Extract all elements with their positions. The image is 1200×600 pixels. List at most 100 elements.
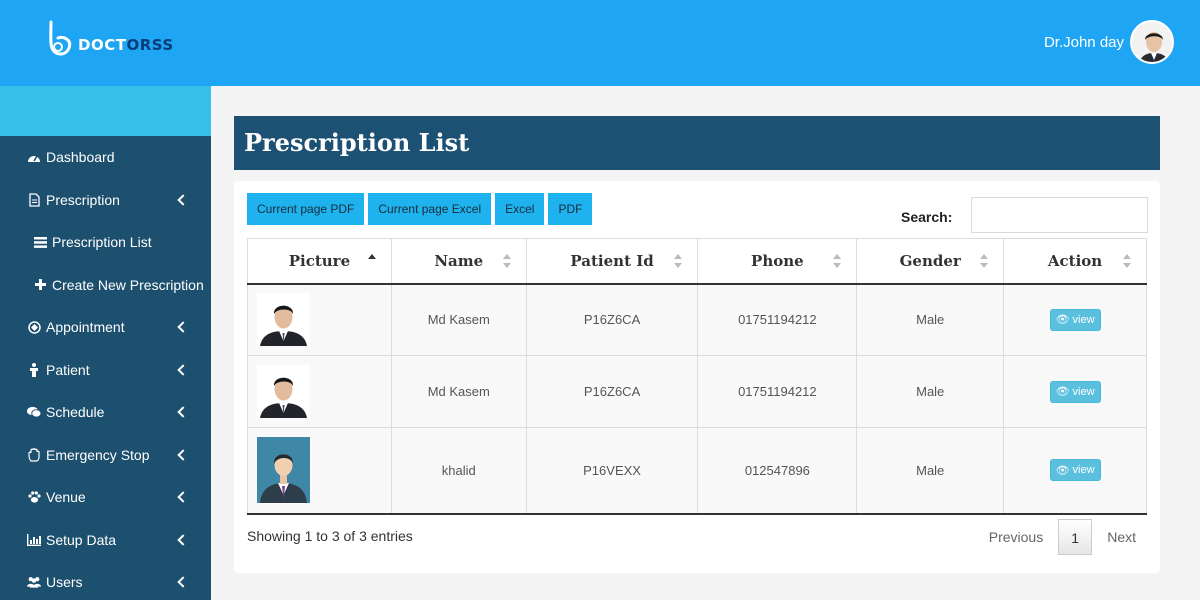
logo-text-part2: ORSS xyxy=(126,36,174,54)
patient-photo xyxy=(257,293,310,347)
document-icon xyxy=(27,193,41,207)
phone-cell: 01751194212 xyxy=(697,283,858,356)
logo-text: DOCTORSS xyxy=(78,36,174,54)
logo-icon xyxy=(49,20,72,56)
phone-cell: 01751194212 xyxy=(697,355,858,428)
plus-icon xyxy=(33,278,47,292)
logo-text-part1: DOCT xyxy=(78,36,127,54)
sidebar-item-label: Emergency Stop xyxy=(46,446,150,463)
patient-id-cell: P16Z6CA xyxy=(525,355,699,428)
table-row: Md Kasem P16Z6CA 01751194212 Male 👁 view xyxy=(247,283,1147,356)
table-info: Showing 1 to 3 of 3 entries xyxy=(247,528,413,544)
pdf-button[interactable]: PDF xyxy=(548,193,593,225)
patient-id-cell: P16Z6CA xyxy=(525,283,699,356)
user-menu[interactable]: Dr.John day xyxy=(1044,20,1174,64)
current-page-pdf-button[interactable]: Current page PDF xyxy=(247,193,365,225)
sort-icon xyxy=(673,253,683,268)
chevron-left-icon xyxy=(177,449,189,461)
name-cell: Md Kasem xyxy=(390,355,527,428)
name-cell: khalid xyxy=(390,427,527,515)
eye-icon: 👁 xyxy=(1055,314,1070,327)
sidebar-item-label: Setup Data xyxy=(46,531,117,548)
dashboard-icon xyxy=(27,150,41,164)
sidebar-item-appointment[interactable]: Appointment xyxy=(0,306,211,349)
list-icon xyxy=(33,235,47,249)
logo[interactable]: DOCTORSS xyxy=(46,20,174,60)
sidebar-item-label: Users xyxy=(46,574,83,591)
user-avatar[interactable] xyxy=(1130,20,1174,64)
sidebar-item-schedule[interactable]: Schedule xyxy=(0,391,211,434)
sidebar-item-label: Prescription xyxy=(46,191,120,208)
column-header-patient-id[interactable]: Patient Id xyxy=(525,238,699,285)
excel-button[interactable]: Excel xyxy=(495,193,545,225)
prescription-table: Picture Name Patient Id Phone Gender Act… xyxy=(247,238,1147,515)
search-input[interactable] xyxy=(971,197,1148,233)
column-header-phone[interactable]: Phone xyxy=(697,238,858,285)
paw-icon xyxy=(27,490,41,504)
sidebar-item-users[interactable]: Users xyxy=(0,561,211,600)
gender-cell: Male xyxy=(856,283,1005,356)
user-name: Dr.John day xyxy=(1043,33,1124,51)
sidebar-item-patient[interactable]: Patient xyxy=(0,349,211,392)
column-header-label: Picture xyxy=(288,251,351,270)
sidebar-item-create-new-prescription[interactable]: Create New Prescription xyxy=(0,264,211,307)
schedule-icon xyxy=(27,405,41,419)
table-row: Md Kasem P16Z6CA 01751194212 Male 👁 view xyxy=(247,355,1147,428)
sidebar-item-prescription-list[interactable]: Prescription List xyxy=(0,221,211,264)
eye-icon: 👁 xyxy=(1055,386,1070,398)
picture-cell xyxy=(247,355,392,428)
search-label: Search: xyxy=(901,209,953,225)
column-header-action[interactable]: Action xyxy=(1003,238,1147,285)
sidebar: Dashboard Prescription Prescription List… xyxy=(0,86,211,600)
sidebar-item-emergency-stop[interactable]: Emergency Stop xyxy=(0,434,211,477)
view-button[interactable]: 👁 view xyxy=(1049,459,1101,482)
sidebar-item-dashboard[interactable]: Dashboard xyxy=(0,136,211,179)
column-header-label: Name xyxy=(434,251,484,270)
chevron-left-icon xyxy=(177,491,189,503)
view-button[interactable]: 👁 view xyxy=(1049,380,1101,403)
table-header-row: Picture Name Patient Id Phone Gender Act… xyxy=(247,238,1147,285)
sidebar-item-label: Create New Prescription xyxy=(52,276,204,293)
top-bar: DOCTORSS Dr.John day xyxy=(0,0,1200,86)
chevron-left-icon xyxy=(177,406,189,418)
sort-icon xyxy=(1122,253,1132,268)
patient-avatar-placeholder xyxy=(257,437,310,504)
users-icon xyxy=(27,575,41,589)
column-header-gender[interactable]: Gender xyxy=(856,238,1005,285)
action-cell: 👁 view xyxy=(1003,283,1147,356)
appointment-icon xyxy=(27,320,41,334)
view-button[interactable]: 👁 view xyxy=(1049,308,1101,331)
view-button-label: view xyxy=(1072,385,1095,398)
sidebar-item-label: Patient xyxy=(46,361,90,378)
sidebar-item-prescription[interactable]: Prescription xyxy=(0,179,211,222)
column-header-picture[interactable]: Picture xyxy=(247,238,392,285)
sidebar-item-label: Venue xyxy=(46,489,86,506)
bar-chart-icon xyxy=(27,533,41,547)
column-header-label: Action xyxy=(1047,251,1103,270)
hand-stop-icon xyxy=(27,447,41,462)
sidebar-item-setup-data[interactable]: Setup Data xyxy=(0,519,211,562)
chevron-left-icon xyxy=(177,364,189,376)
eye-icon: 👁 xyxy=(1055,464,1070,477)
column-header-name[interactable]: Name xyxy=(390,238,527,285)
next-page-button[interactable]: Next xyxy=(1095,519,1148,555)
name-cell: Md Kasem xyxy=(390,283,527,356)
sidebar-item-label: Prescription List xyxy=(52,234,152,251)
page-title-bar: Prescription List xyxy=(234,116,1160,170)
sidebar-item-venue[interactable]: Venue xyxy=(0,476,211,519)
previous-page-button[interactable]: Previous xyxy=(977,519,1055,555)
chevron-left-icon xyxy=(177,534,189,546)
view-button-label: view xyxy=(1072,313,1095,326)
sort-ascending-icon xyxy=(367,253,377,268)
column-header-label: Phone xyxy=(751,251,804,270)
page-button-current[interactable]: 1 xyxy=(1058,519,1093,555)
column-header-label: Gender xyxy=(899,251,961,270)
table-row: khalid P16VEXX 012547896 Male 👁 view xyxy=(247,427,1147,515)
sidebar-item-label: Dashboard xyxy=(46,149,115,166)
current-page-excel-button[interactable]: Current page Excel xyxy=(368,193,492,225)
sort-icon xyxy=(502,253,512,268)
picture-cell xyxy=(247,283,392,356)
prescription-card: Current page PDF Current page Excel Exce… xyxy=(234,181,1160,573)
sidebar-accent-bar xyxy=(0,86,211,136)
chevron-left-icon xyxy=(177,194,189,206)
